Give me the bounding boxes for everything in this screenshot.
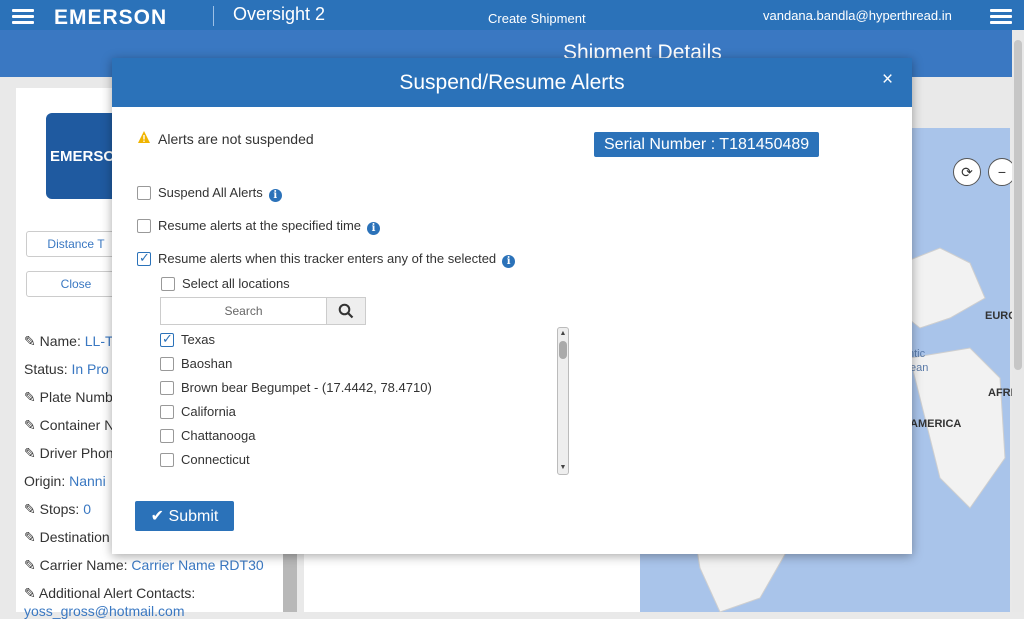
map-label: ean (910, 362, 929, 374)
menu-icon[interactable] (12, 9, 34, 25)
create-shipment-link[interactable]: Create Shipment (488, 11, 586, 26)
brand-logo: EMERSON (54, 6, 168, 29)
select-all-locations-label: Select all locations (182, 276, 290, 291)
origin-value: Nanni (69, 473, 106, 489)
carrier-label: Carrier Name: (39, 557, 128, 573)
page-scrollbar[interactable] (1012, 30, 1024, 612)
location-list-scrollbar-thumb[interactable] (559, 341, 567, 359)
location-checkbox[interactable]: ✓ (160, 331, 174, 347)
info-icon[interactable]: i (502, 255, 516, 268)
suspend-all-label: Suspend All Alerts (158, 185, 263, 200)
plate-label: Plate Numb (39, 389, 113, 405)
alert-status-text: Alerts are not suspended (158, 131, 314, 147)
submit-button[interactable]: ✔ Submit (135, 501, 234, 531)
search-icon (338, 303, 354, 319)
pencil-icon[interactable]: ✎ (24, 389, 36, 405)
close-button[interactable]: Close (26, 271, 126, 297)
warning-icon (138, 131, 150, 143)
menu-right-icon[interactable] (990, 9, 1012, 25)
destination-label: Destination (39, 529, 110, 545)
check-icon: ✔ (150, 508, 165, 525)
modal-title: Suspend/Resume Alerts (399, 71, 625, 94)
user-email[interactable]: vandana.bandla@hyperthread.in (763, 8, 952, 23)
modal-header: Suspend/Resume Alerts × (112, 58, 912, 107)
status-value: In Pro (71, 361, 109, 377)
pencil-icon[interactable]: ✎ (24, 417, 36, 433)
pencil-icon[interactable]: ✎ (24, 501, 36, 517)
close-icon[interactable]: × (882, 69, 893, 91)
location-list: ✓ Texas Baoshan Brown bear Begumpet - (1… (158, 328, 558, 478)
select-all-locations-checkbox[interactable] (161, 277, 175, 291)
location-label: Texas (181, 332, 215, 347)
container-row: ✎ Container N (24, 417, 114, 434)
location-label: California (181, 404, 236, 419)
rotate-icon[interactable]: ⟳ (953, 158, 981, 186)
resume-at-time-option: Resume alerts at the specified time i (158, 218, 381, 235)
carrier-value: Carrier Name RDT30 (131, 557, 264, 573)
name-label: Name: (39, 333, 81, 349)
stops-label: Stops: (39, 501, 80, 517)
origin-row: Origin: Nanni (24, 473, 106, 489)
pencil-icon[interactable]: ✎ (24, 445, 36, 461)
stops-row: ✎ Stops: 0 (24, 501, 91, 518)
location-checkbox[interactable] (160, 429, 174, 443)
page-scrollbar-thumb[interactable] (1014, 40, 1022, 370)
location-label: Brown bear Begumpet - (17.4442, 78.4710) (181, 380, 432, 395)
location-label: Connecticut (181, 452, 250, 467)
location-checkbox[interactable] (160, 453, 174, 467)
location-checkbox[interactable] (160, 405, 174, 419)
status-label: Status: (24, 361, 68, 377)
map-label: AFRI (988, 387, 1014, 399)
suspend-all-option: Suspend All Alerts i (158, 185, 282, 202)
checkmark-icon: ✓ (162, 331, 173, 346)
status-row: Status: In Pro (24, 361, 109, 377)
checkmark-icon: ✓ (139, 250, 150, 265)
pencil-icon[interactable]: ✎ (24, 333, 36, 349)
plate-row: ✎ Plate Numb (24, 389, 113, 406)
serial-number-badge: Serial Number : T181450489 (594, 132, 820, 157)
distance-button[interactable]: Distance T (26, 231, 126, 257)
suspend-all-checkbox[interactable] (137, 186, 151, 200)
driver-label: Driver Phon (39, 445, 114, 461)
name-value[interactable]: LL-T (85, 333, 114, 349)
carrier-row: ✎ Carrier Name: Carrier Name RDT30 (24, 557, 264, 574)
app-name: Oversight 2 (233, 4, 326, 24)
location-search-input[interactable] (160, 297, 327, 325)
scroll-up-icon[interactable]: ▲ (558, 329, 568, 339)
location-checkbox[interactable] (160, 381, 174, 395)
submit-label: Submit (168, 508, 219, 525)
resume-at-time-checkbox[interactable] (137, 219, 151, 233)
location-checkbox[interactable] (160, 357, 174, 371)
resume-on-location-checkbox[interactable]: ✓ (137, 250, 151, 266)
top-header: EMERSON Oversight 2 Create Shipment vand… (0, 0, 1024, 30)
contacts-row: ✎ Additional Alert Contacts: (24, 585, 195, 602)
location-list-scrollbar[interactable]: ▲ ▼ (557, 327, 569, 475)
resume-at-time-label: Resume alerts at the specified time (158, 218, 362, 233)
map-label: AMERICA (910, 418, 962, 430)
info-icon[interactable]: i (268, 189, 282, 202)
pencil-icon[interactable]: ✎ (24, 585, 36, 601)
resume-on-location-option: Resume alerts when this tracker enters a… (158, 251, 516, 268)
search-button[interactable] (326, 297, 366, 325)
container-label: Container N (39, 417, 115, 433)
location-label: Baoshan (181, 356, 233, 371)
stops-value: 0 (83, 501, 92, 517)
scroll-down-icon[interactable]: ▼ (558, 463, 568, 473)
contacts-label: Additional Alert Contacts: (38, 585, 196, 601)
pencil-icon[interactable]: ✎ (24, 557, 36, 573)
location-label: Chattanooga (181, 428, 256, 443)
pencil-icon[interactable]: ✎ (24, 529, 36, 545)
resume-on-location-label: Resume alerts when this tracker enters a… (158, 251, 497, 266)
driver-row: ✎ Driver Phon (24, 445, 114, 462)
name-row: ✎ Name: LL-T (24, 333, 114, 350)
suspend-resume-modal: Suspend/Resume Alerts × Alerts are not s… (112, 58, 912, 554)
contacts-value[interactable]: yoss_gross@hotmail.com (24, 603, 185, 619)
destination-row: ✎ Destination (24, 529, 110, 546)
contacts-value-row: yoss_gross@hotmail.com (24, 603, 185, 619)
origin-label: Origin: (24, 473, 66, 489)
header-divider (213, 6, 214, 26)
info-icon[interactable]: i (367, 222, 381, 235)
